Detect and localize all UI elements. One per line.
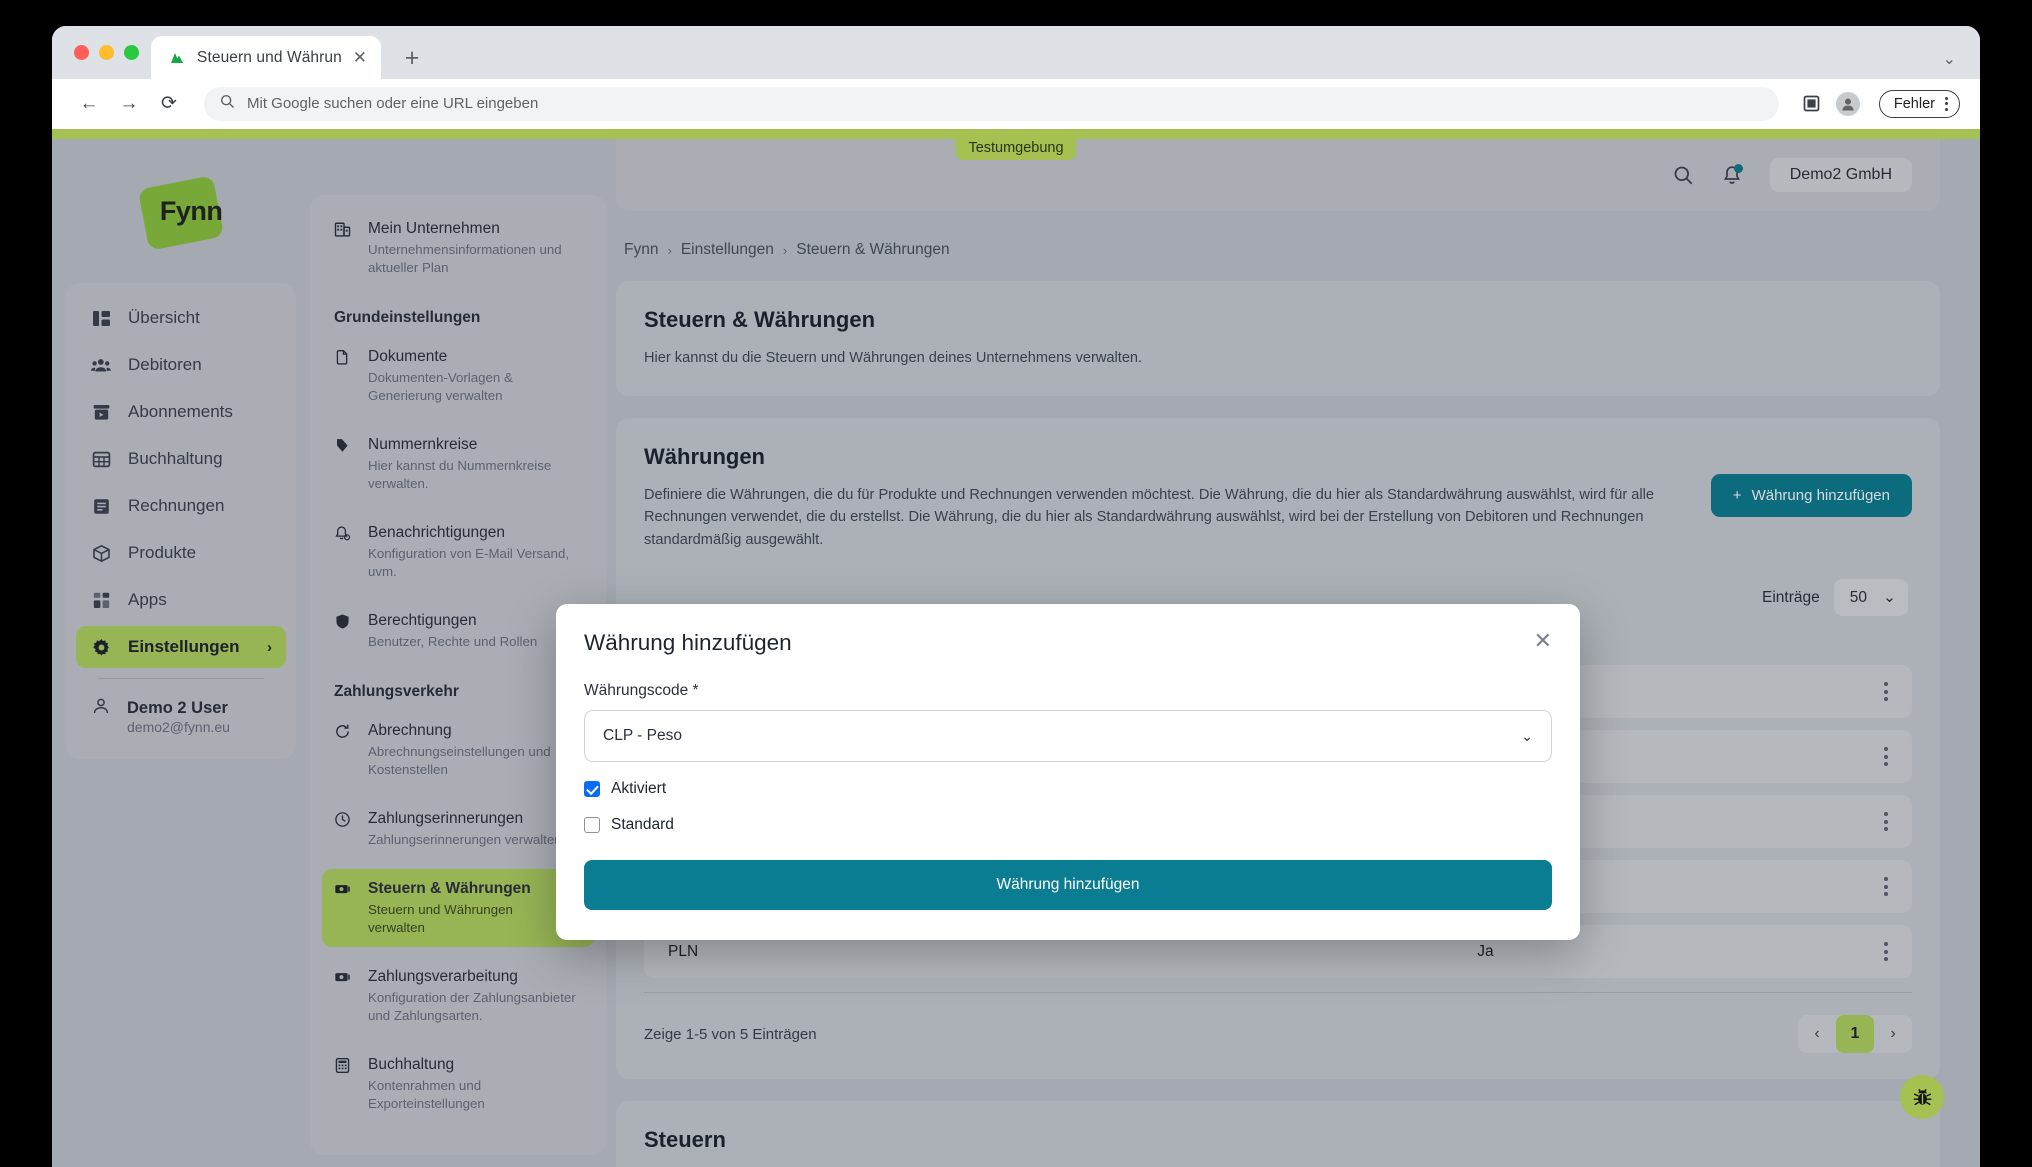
default-checkbox[interactable]	[584, 817, 600, 833]
window-traffic-lights	[70, 26, 151, 79]
profile-avatar-icon[interactable]	[1833, 89, 1863, 119]
screenshot-root: Steuern und Währungen - Fynn ✕ + ⌄ ← → ⟳…	[0, 0, 2032, 1167]
browser-tabstrip: Steuern und Währungen - Fynn ✕ + ⌄	[52, 26, 1980, 79]
omnibox-placeholder: Mit Google suchen oder eine URL eingeben	[247, 95, 539, 112]
chevron-down-icon: ⌄	[1521, 727, 1533, 744]
reload-button[interactable]: ⟳	[152, 87, 186, 121]
tab-list-chevron-icon[interactable]: ⌄	[1943, 49, 1956, 69]
split-view-icon[interactable]	[1797, 89, 1827, 119]
close-tab-button[interactable]: ✕	[351, 49, 369, 66]
new-tab-button[interactable]: +	[397, 46, 427, 71]
currency-code-label: Währungscode *	[584, 682, 699, 699]
activated-checkbox-label: Aktiviert	[611, 780, 667, 797]
modal-title: Währung hinzufügen	[584, 630, 792, 655]
browser-window: Steuern und Währungen - Fynn ✕ + ⌄ ← → ⟳…	[52, 26, 1980, 1167]
app-viewport: Testumgebung Fynn Übersicht Debitoren Ab…	[52, 129, 1980, 1167]
minimize-window-button[interactable]	[99, 45, 114, 60]
omnibox-search-icon	[220, 94, 235, 114]
currency-code-value: CLP - Peso	[603, 727, 682, 744]
activated-checkbox-row[interactable]: Aktiviert	[584, 780, 1552, 798]
error-label: Fehler	[1893, 95, 1935, 112]
currency-code-select[interactable]: CLP - Peso ⌄	[584, 710, 1552, 762]
default-checkbox-label: Standard	[611, 816, 674, 833]
close-window-button[interactable]	[74, 45, 89, 60]
modal-submit-button[interactable]: Währung hinzufügen	[584, 860, 1552, 910]
browser-toolbar: ← → ⟳ Mit Google suchen oder eine URL ei…	[52, 79, 1980, 129]
address-bar[interactable]: Mit Google suchen oder eine URL eingeben	[204, 86, 1779, 121]
maximize-window-button[interactable]	[124, 45, 139, 60]
browser-tab-title: Steuern und Währungen - Fynn	[197, 48, 341, 66]
back-button[interactable]: ←	[72, 87, 106, 121]
add-currency-modal: Währung hinzufügen ✕ Währungscode * CLP …	[556, 604, 1580, 940]
close-icon[interactable]: ✕	[1534, 630, 1552, 652]
forward-button[interactable]: →	[112, 87, 146, 121]
default-checkbox-row[interactable]: Standard	[584, 816, 1552, 834]
fynn-favicon-icon	[167, 48, 187, 68]
browser-menu-icon[interactable]	[1945, 96, 1948, 111]
error-menu-button[interactable]: Fehler	[1878, 89, 1960, 118]
activated-checkbox[interactable]	[584, 781, 600, 797]
browser-tab[interactable]: Steuern und Währungen - Fynn ✕	[151, 36, 381, 79]
